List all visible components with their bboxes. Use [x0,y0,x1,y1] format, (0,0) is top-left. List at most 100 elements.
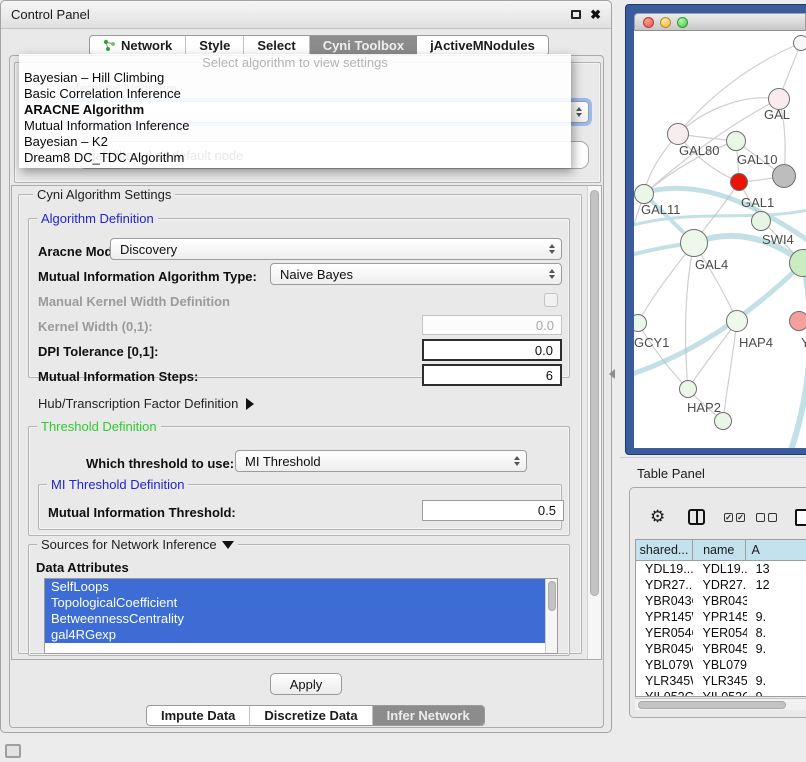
float-window-icon[interactable] [571,10,581,19]
table-row[interactable]: YDR27... YDR27... 12 [636,577,806,593]
node-label: Y [801,335,806,350]
sources-group-title[interactable]: Sources for Network Inference [37,537,238,552]
column-header-name[interactable]: name [693,540,746,561]
node-label: SWI4 [762,232,794,247]
combo-stepper-icon [576,102,582,122]
table-row[interactable]: YDL19... YDL19... 13 [636,561,806,577]
dpi-tolerance-field[interactable]: 0.0 [422,339,562,361]
threshold-definition-title: Threshold Definition [37,419,161,434]
tab-impute-data[interactable]: Impute Data [147,706,250,725]
mi-type-label: Mutual Information Algorithm Type: [38,269,257,284]
close-icon[interactable]: ✖ [590,8,601,21]
algorithm-definition-title: Algorithm Definition [37,211,158,226]
attribute-item[interactable]: BetweennessCentrality [45,611,547,627]
cyni-toolbox-panel: Inference Algorithm gal4filtered.sif def… [9,55,604,728]
network-node-swi4[interactable] [751,211,771,231]
panel-divider [620,457,806,458]
table-row[interactable]: YBR045C YBR045C 9. [636,641,806,657]
list-scrollbar[interactable] [545,579,557,653]
table-header-row: shared... name A [636,540,806,561]
which-threshold-label: Which threshold to use: [86,456,234,471]
cyni-algorithm-settings-title: Cyni Algorithm Settings [33,187,175,202]
which-threshold-select[interactable]: MI Threshold [235,450,527,472]
mi-type-select[interactable]: Naive Bayes [270,263,562,285]
table-panel-window: ⚙ ✓✓ shared... name A YDL19... YDL19... … [629,487,806,718]
combo-stepper-icon [549,239,555,259]
mi-threshold-field[interactable]: 0.5 [422,500,564,521]
node-label: GAL1 [741,195,774,210]
close-traffic-light-icon[interactable] [643,17,654,28]
tab-jactivemnodules[interactable]: jActiveMNodules [417,36,548,55]
select-all-columns-icon[interactable]: ✓✓ [724,513,745,522]
expanded-arrow-icon [222,541,234,549]
combo-stepper-icon [549,264,555,284]
algorithm-option-bayesian-hill-climbing[interactable]: Bayesian – Hill Climbing [19,70,571,86]
algorithm-dropdown-popup: Select algorithm to view settings Bayesi… [19,54,571,168]
dpi-tolerance-label: DPI Tolerance [0,1]: [38,344,158,359]
tab-network[interactable]: Network [90,36,186,55]
tab-style[interactable]: Style [186,36,244,55]
node-label: GAL4 [695,257,728,272]
algorithm-option-bayesian-k2[interactable]: Bayesian – K2 [19,134,571,150]
node-label: GAL [764,107,790,122]
network-icon [103,39,116,52]
node-label: GAL10 [737,152,777,167]
tab-cyni-toolbox[interactable]: Cyni Toolbox [310,36,417,55]
manual-kernel-label: Manual Kernel Width Definition [38,294,230,309]
algorithm-option-mutual-information[interactable]: Mutual Information Inference [19,118,571,134]
hub-section-toggle[interactable]: Hub/Transcription Factor Definition [38,396,254,411]
table-toolbar: ⚙ ✓✓ [630,500,806,534]
settings-scrollbar[interactable] [587,186,601,659]
split-pane-arrow-icon[interactable] [609,369,615,379]
tab-select[interactable]: Select [244,36,309,55]
table-row[interactable]: YBR043C YBR043C [636,593,806,609]
network-node-gal10[interactable] [726,131,746,151]
tab-infer-network[interactable]: Infer Network [373,706,484,725]
aracne-mode-select[interactable]: Discovery [110,238,562,260]
apply-button[interactable]: Apply [270,673,342,695]
network-node-hap2[interactable] [679,380,697,398]
column-header-shared[interactable]: shared... [636,540,693,561]
table-row[interactable]: YPR145W YPR145W 9. [636,609,806,625]
network-node[interactable] [789,311,806,331]
mi-steps-field[interactable]: 6 [422,364,562,386]
attribute-item[interactable]: gal4RGexp [45,627,547,643]
network-node-gal1[interactable] [730,173,748,191]
gear-icon[interactable]: ⚙ [650,507,665,527]
network-window-titlebar[interactable] [634,13,806,31]
kernel-width-label: Kernel Width (0,1): [38,319,153,334]
deselect-all-columns-icon[interactable] [756,513,777,522]
network-canvas[interactable]: GAL GAL80 GAL10 GAL1 GAL11 SWI4 GAL4 GCY… [634,31,806,448]
node-label: GCY1 [634,335,669,350]
table-panel-title: Table Panel [637,466,705,481]
node-table: shared... name A YDL19... YDL19... 13 YD… [635,539,806,697]
network-node[interactable] [793,35,806,51]
columns-icon[interactable] [688,509,705,525]
algorithm-option-aracne[interactable]: ARACNE Algorithm [19,102,571,118]
network-node[interactable] [772,164,796,188]
network-node-gal80[interactable] [667,123,689,145]
control-panel-window: Control Panel ✖ Network Style Select Cyn… [0,0,612,733]
collapsed-panel-icon[interactable] [5,744,21,758]
algorithm-option-dream8[interactable]: Dream8 DC_TDC Algorithm [19,150,571,166]
zoom-traffic-light-icon[interactable] [677,17,688,28]
mi-steps-label: Mutual Information Steps: [38,369,198,384]
table-row[interactable]: YBL079W YBL079W [636,657,806,673]
kernel-width-field[interactable]: 0.0 [422,315,562,335]
tab-discretize-data[interactable]: Discretize Data [250,706,372,725]
attribute-item[interactable]: SelfLoops [45,579,547,595]
table-horizontal-scrollbar[interactable] [635,698,806,710]
network-node-gal4[interactable] [680,229,708,257]
new-table-icon[interactable] [795,509,806,526]
algorithm-option-basic-correlation[interactable]: Basic Correlation Inference [19,86,571,102]
manual-kernel-checkbox[interactable] [544,293,558,307]
table-row[interactable]: YLR345W YLR345W 9. [636,673,806,689]
column-header-clipped[interactable]: A [746,540,806,561]
minimize-traffic-light-icon[interactable] [660,17,671,28]
table-row[interactable]: YER054C YER054C 8. [636,625,806,641]
table-row[interactable]: YIL052C YIL052C 9. [636,689,806,697]
tab-network-label: Network [121,38,172,53]
attribute-item[interactable]: TopologicalCoefficient [45,595,547,611]
network-node-gal11[interactable] [634,184,654,204]
network-node-hap4[interactable] [726,310,748,332]
